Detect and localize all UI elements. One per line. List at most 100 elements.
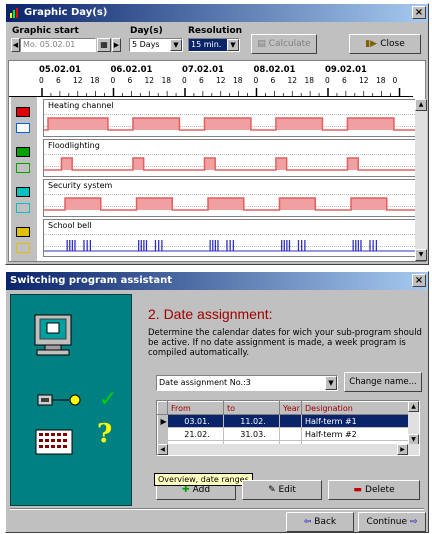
start-prev-button[interactable]: ◀ [11, 38, 20, 52]
calendar-icon[interactable]: ▦ [97, 38, 111, 52]
channel-row[interactable]: School bell [43, 219, 416, 257]
hour-label: 6 [342, 76, 347, 85]
table-row[interactable]: 21.02. 31.03. Half-term #2 [157, 427, 409, 441]
heater-icon[interactable] [14, 101, 34, 139]
table-row[interactable]: ▶ 03.01. 11.02. Half-term #1 [157, 414, 409, 428]
cell-to: 31.03. [223, 427, 280, 441]
date-label: 06.02.01 [110, 65, 153, 75]
chevron-down-icon[interactable]: ▼ [325, 376, 337, 390]
hour-label: 18 [233, 76, 243, 85]
edit-label: Edit [278, 485, 296, 495]
calendar-grid-icon [35, 429, 73, 455]
table-horizontal-scrollbar[interactable]: ◀ ▶ [157, 444, 419, 455]
delete-button[interactable]: ▬ Delete [328, 480, 420, 500]
hour-label: 6 [270, 76, 276, 85]
graphic-start-label: Graphic start [12, 26, 79, 36]
signal-fill [44, 158, 415, 170]
calculate-button[interactable]: ▤ Calculate [251, 34, 317, 54]
hour-label: 18 [161, 76, 172, 85]
row-marker [157, 427, 168, 441]
graphic-start-input[interactable]: Mo. 05.02.01 [20, 38, 96, 52]
arrow-left-icon: ⇦ [303, 517, 315, 527]
timeline-header: 05.02.01 0 6 12 18 06.02.01 0 6 12 18 07.02.01 0 6 12… [9, 61, 413, 97]
channel-signal [44, 157, 415, 171]
hour-label: 18 [376, 76, 386, 85]
change-name-button[interactable]: Change name... [344, 372, 422, 392]
cell-year [279, 414, 302, 428]
cell-to: 11.02. [223, 414, 280, 428]
channel-row[interactable]: Security system [43, 179, 416, 217]
column-header-to[interactable]: to [223, 401, 280, 415]
date-assignment-select[interactable]: Date assignment No.:3 ▼ [156, 375, 338, 391]
signal-fill [44, 118, 415, 130]
row-marker-header [157, 401, 168, 415]
floodlight-icon[interactable] [14, 141, 34, 179]
resolution-select-value: 15 min. [191, 40, 222, 49]
timeline-area: 05.02.01 0 6 12 18 06.02.01 0 6 12 18 07.02.01 0 6 12… [8, 60, 427, 262]
graphic-days-window: Graphic Day(s) × Graphic start Day(s) Re… [5, 3, 429, 265]
signal-fill [44, 198, 415, 210]
scroll-up-icon[interactable]: ▲ [408, 401, 419, 412]
back-button[interactable]: ⇦ Back [286, 512, 354, 532]
column-header-designation[interactable]: Designation [301, 401, 409, 415]
assistant-heading: 2. Date assignment: [148, 306, 273, 322]
chevron-down-icon[interactable]: ▼ [170, 39, 182, 51]
footer-separator [10, 508, 424, 510]
start-next-button[interactable]: ▶ [112, 38, 121, 52]
days-select[interactable]: 5 Days ▼ [129, 38, 183, 52]
graphic-title: Graphic Day(s) [24, 7, 108, 18]
edit-button[interactable]: ✎ Edit [242, 480, 322, 500]
close-button[interactable]: ▮▶ Close [349, 34, 421, 54]
assistant-close-icon[interactable]: × [412, 274, 426, 287]
date-label: 09.02.01 [325, 65, 367, 75]
column-header-year[interactable]: Year [279, 401, 302, 415]
close-label: Close [380, 39, 405, 49]
question-mark-icon: ? [97, 419, 113, 449]
continue-label: Continue [366, 517, 408, 527]
assistant-title: Switching program assistant [10, 275, 173, 286]
scroll-up-icon[interactable]: ▲ [415, 99, 427, 111]
scroll-right-icon[interactable]: ▶ [397, 444, 408, 455]
computer-icon [34, 314, 72, 356]
channel-signal [44, 117, 415, 131]
channel-row[interactable]: Floodlighting [43, 139, 416, 177]
date-assignment-value: Date assignment No.:3 [159, 378, 251, 387]
scroll-left-icon[interactable]: ◀ [157, 444, 168, 455]
days-label: Day(s) [130, 26, 163, 36]
chevron-down-icon[interactable]: ▼ [227, 39, 239, 51]
hour-label: 6 [56, 76, 61, 85]
bell-icon[interactable] [14, 221, 34, 259]
scroll-down-icon[interactable]: ▼ [415, 249, 427, 261]
date-label: 05.02.01 [39, 65, 81, 75]
calculate-label: Calculate [268, 39, 311, 49]
hour-label: 0 [182, 76, 187, 85]
hour-label: 0 [325, 76, 330, 85]
hour-label: 12 [73, 76, 83, 85]
edit-icon: ✎ [268, 485, 279, 495]
hour-label: 0 [253, 76, 259, 85]
channel-signal [44, 240, 415, 252]
hour-label: 12 [287, 76, 298, 85]
back-label: Back [314, 517, 337, 527]
resolution-label: Resolution [188, 26, 243, 36]
arrow-right-icon: ⇨ [407, 517, 418, 527]
column-header-from[interactable]: From [167, 401, 224, 415]
table-vertical-scrollbar[interactable]: ▲ ▼ [408, 401, 419, 445]
resolution-select[interactable]: 15 min. ▼ [188, 38, 240, 52]
cell-from: 21.02. [167, 427, 224, 441]
assistant-side-panel: ✓ ? [10, 294, 132, 506]
hour-label: 18 [304, 76, 315, 85]
hour-label: 18 [90, 76, 100, 85]
minus-icon: ▬ [353, 485, 366, 495]
vertical-scrollbar[interactable]: ▲ ▼ [415, 99, 427, 261]
exit-door-icon: ▮▶ [365, 39, 381, 49]
row-marker: ▶ [157, 414, 168, 428]
continue-button[interactable]: Continue ⇨ [358, 512, 426, 532]
graphic-close-icon[interactable]: × [412, 6, 426, 19]
security-icon[interactable] [14, 181, 34, 219]
channel-row[interactable]: Heating channel [43, 99, 416, 137]
hour-label: 0 [39, 76, 44, 85]
days-select-value: 5 Days [132, 40, 160, 49]
tooltip: Overview, date ranges [154, 473, 253, 486]
table-header-row: From to Year Designation [157, 401, 409, 415]
